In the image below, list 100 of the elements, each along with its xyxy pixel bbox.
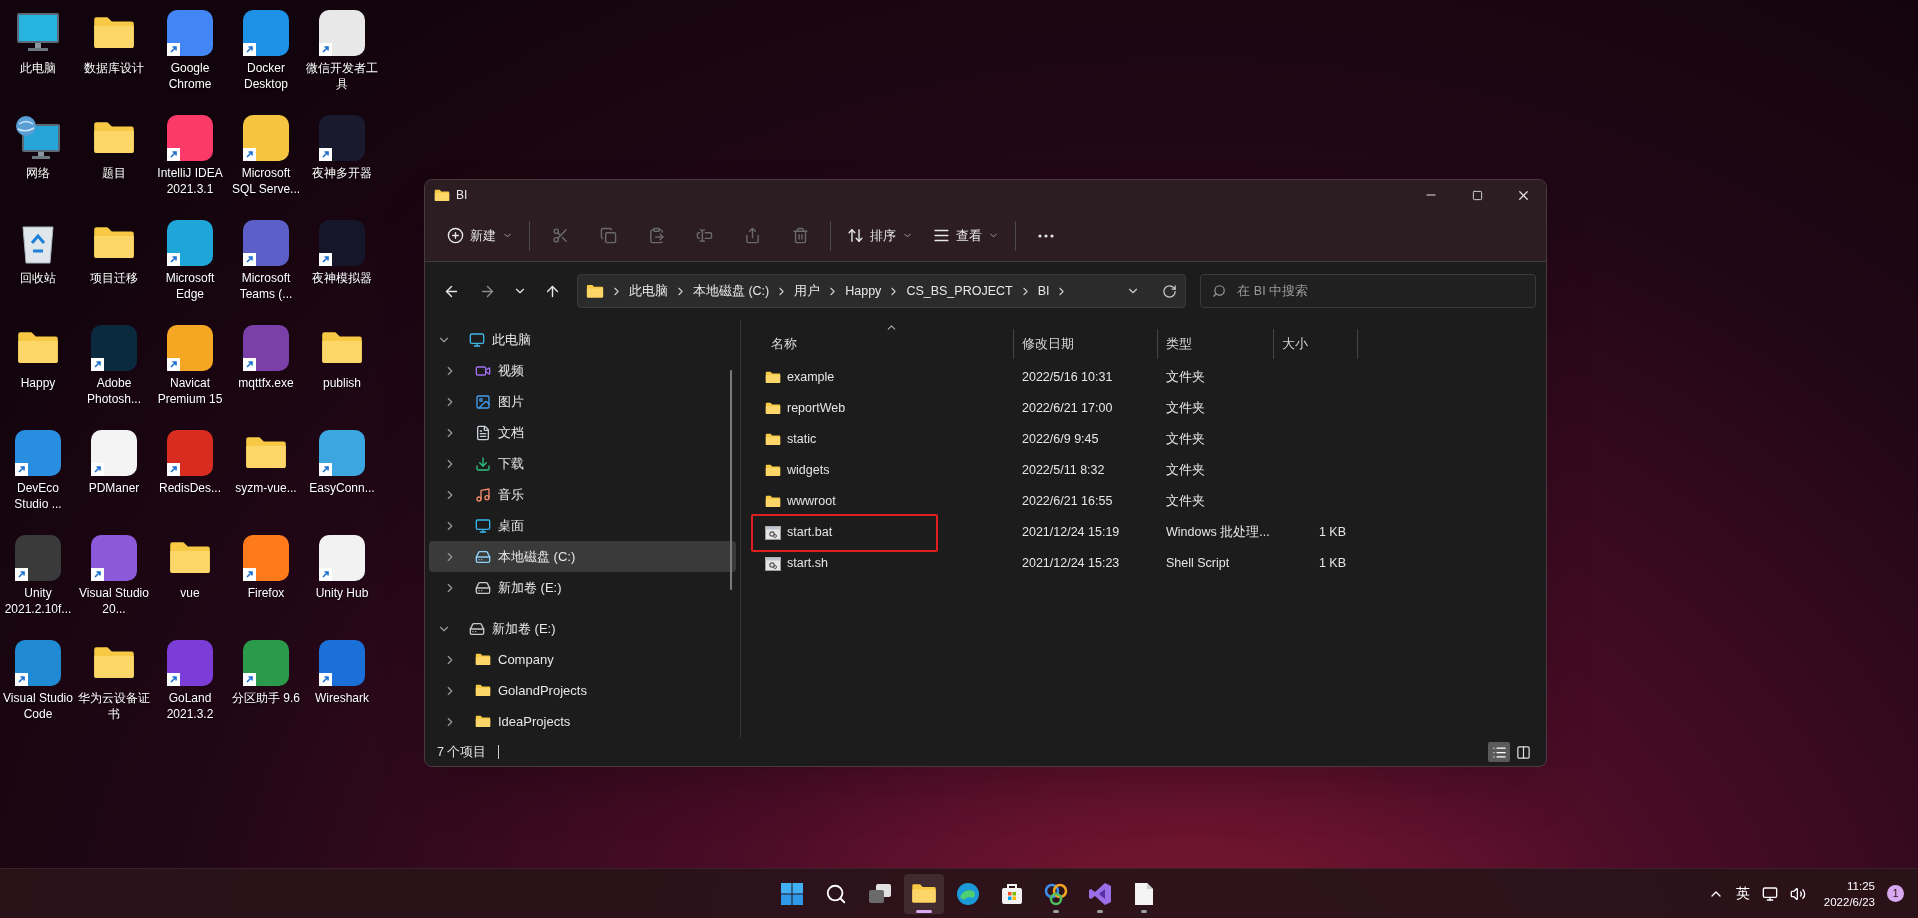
column-header[interactable]: 名称: [757, 329, 1013, 359]
nav-item[interactable]: 音乐: [429, 479, 736, 510]
desktop-icon-label[interactable]: Docker Desktop: [228, 60, 304, 92]
file-row[interactable]: widgets 2022/5/11 8:32 文件夹: [757, 455, 1546, 486]
desktop-icon-label[interactable]: Wireshark: [304, 690, 380, 706]
nav-item[interactable]: 图片: [429, 386, 736, 417]
nav-item[interactable]: 文档: [429, 417, 736, 448]
nav-item[interactable]: 新加卷 (E:): [429, 613, 736, 644]
desktop-icon-label[interactable]: Microsoft SQL Serve...: [228, 165, 304, 197]
file-name: start.sh: [787, 555, 828, 573]
nav-item[interactable]: IdeaProjects: [429, 706, 736, 737]
desktop-icon-label[interactable]: 分区助手 9.6: [228, 690, 304, 706]
network-icon[interactable]: [1761, 885, 1778, 902]
desktop-icon-label[interactable]: Navicat Premium 15: [152, 375, 228, 407]
file-type: 文件夹: [1165, 400, 1206, 418]
breadcrumb[interactable]: CS_BS_PROJECT: [906, 281, 1013, 301]
taskbar-button[interactable]: [904, 873, 944, 914]
toolbar-button[interactable]: 查看: [923, 217, 1009, 254]
volume-icon[interactable]: [1789, 885, 1806, 902]
clock[interactable]: 11:25 2022/6/23: [1823, 877, 1875, 910]
desktop-icon-label[interactable]: Adobe Photosh...: [76, 375, 152, 407]
desktop-icon-label[interactable]: 夜神多开器: [304, 165, 380, 181]
desktop-icon-label[interactable]: GoLand 2021.3.2: [152, 690, 228, 722]
nav-item[interactable]: 视频: [429, 355, 736, 386]
nav-item[interactable]: 桌面: [429, 510, 736, 541]
file-row[interactable]: start.sh 2021/12/24 15:23 Shell Script 1 KB: [757, 548, 1546, 579]
desktop-icon-label[interactable]: Unity Hub: [304, 585, 380, 601]
desktop-icon-label[interactable]: Firefox: [228, 585, 304, 601]
nav-label: 本地磁盘 (C:): [498, 547, 576, 566]
file-size: 1 KB: [1318, 555, 1346, 573]
refresh-icon[interactable]: [1162, 283, 1178, 299]
input-method-indicator[interactable]: 英: [1735, 883, 1750, 904]
desktop-icon-label[interactable]: Microsoft Edge: [152, 270, 228, 302]
breadcrumb[interactable]: 本地磁盘 (C:): [692, 281, 770, 301]
file-type: 文件夹: [1165, 462, 1206, 480]
nav-label: 文档: [498, 423, 524, 442]
desktop-icon-label[interactable]: 题目: [76, 165, 152, 181]
trash-icon: [791, 227, 809, 244]
folder-icon: [475, 684, 491, 697]
desktop-icon-label[interactable]: syzm-vue...: [228, 480, 304, 496]
breadcrumb[interactable]: Happy: [845, 281, 882, 301]
file-name: start.bat: [787, 524, 833, 542]
column-header[interactable]: 修改日期: [1013, 329, 1157, 359]
file-row[interactable]: wwwroot 2022/6/21 16:55 文件夹: [757, 486, 1546, 517]
notification-badge[interactable]: 1: [1887, 885, 1904, 902]
details-view-button[interactable]: [1488, 742, 1510, 762]
nav-item[interactable]: 下载: [429, 448, 736, 479]
desktop-icon-label[interactable]: DevEco Studio ...: [0, 480, 76, 512]
breadcrumb[interactable]: 用户: [794, 281, 821, 301]
scrollbar[interactable]: [730, 370, 732, 590]
column-header[interactable]: 类型: [1157, 329, 1273, 359]
desktop-icon-label[interactable]: 微信开发者工具: [304, 60, 380, 92]
desktop-icon-label[interactable]: PDManer: [76, 480, 152, 496]
search-icon: [1212, 284, 1227, 298]
file-row[interactable]: example 2022/5/16 10:31 文件夹: [757, 362, 1546, 393]
file-name: example: [787, 369, 835, 387]
file-row[interactable]: reportWeb 2022/6/21 17:00 文件夹: [757, 393, 1546, 424]
desktop-icon-label[interactable]: vue: [152, 585, 228, 601]
desktop-icon-label[interactable]: RedisDes...: [152, 480, 228, 496]
file-row[interactable]: static 2022/6/9 9:45 文件夹: [757, 424, 1546, 455]
file-type: Windows 批处理...: [1165, 524, 1271, 542]
desktop-icon-label[interactable]: mqttfx.exe: [228, 375, 304, 391]
desktop-icon-label[interactable]: 夜神模拟器: [304, 270, 380, 286]
desktop-icon-label[interactable]: 此电脑: [0, 60, 76, 76]
copy-icon: [599, 227, 617, 244]
desktop-icon-label[interactable]: Visual Studio 20...: [76, 585, 152, 617]
desktop-icon-label[interactable]: Microsoft Teams (...: [228, 270, 304, 302]
nav-item[interactable]: 本地磁盘 (C:): [429, 541, 736, 572]
desktop-icon-label[interactable]: 网络: [0, 165, 76, 181]
file-row[interactable]: start.bat 2021/12/24 15:19 Windows 批处理... 1 KB: [757, 517, 1546, 548]
desktop-icon-label[interactable]: Unity 2021.2.10f...: [0, 585, 76, 617]
desktop-icon-label[interactable]: EasyConn...: [304, 480, 380, 496]
desktop-icon-label[interactable]: Google Chrome: [152, 60, 228, 92]
breadcrumb[interactable]: 此电脑: [628, 281, 668, 301]
desktop-icon-label[interactable]: publish: [304, 375, 380, 391]
desktop-icon-label[interactable]: Happy: [0, 375, 76, 391]
column-header[interactable]: 大小: [1273, 329, 1358, 359]
desktop-icon-label[interactable]: Visual Studio Code: [0, 690, 76, 722]
nav-item[interactable]: 此电脑: [429, 324, 736, 355]
breadcrumb[interactable]: BI: [1037, 281, 1050, 301]
address-bar[interactable]: 此电脑 本地磁盘 (C:) 用户 Happy CS_BS_PROJECT BI: [576, 274, 1187, 308]
script-file-icon: [765, 525, 781, 540]
desktop-icon-label[interactable]: 项目迁移: [76, 270, 152, 286]
nav-item[interactable]: 新加卷 (E:): [429, 572, 736, 603]
edge-icon: [956, 881, 980, 906]
nav-label: Company: [498, 650, 554, 669]
desktop-icon-label[interactable]: IntelliJ IDEA 2021.3.1: [152, 165, 228, 197]
desktop-icon-label[interactable]: 数据库设计: [76, 60, 152, 76]
folder-icon: [765, 402, 781, 415]
folder-icon: [765, 495, 781, 508]
search-field[interactable]: 在 BI 中搜索: [1200, 274, 1536, 308]
nav-label: 桌面: [498, 516, 524, 535]
desktop-icon-label[interactable]: 回收站: [0, 270, 76, 286]
desktop-icon-label[interactable]: 华为云设备证书: [76, 690, 152, 722]
nav-label: 音乐: [498, 485, 524, 504]
paste-icon: [647, 227, 665, 244]
nav-item[interactable]: GolandProjects: [429, 675, 736, 706]
toolbar-button[interactable]: 新建: [437, 217, 523, 254]
toolbar-button[interactable]: 排序: [837, 217, 923, 254]
nav-item[interactable]: Company: [429, 644, 736, 675]
